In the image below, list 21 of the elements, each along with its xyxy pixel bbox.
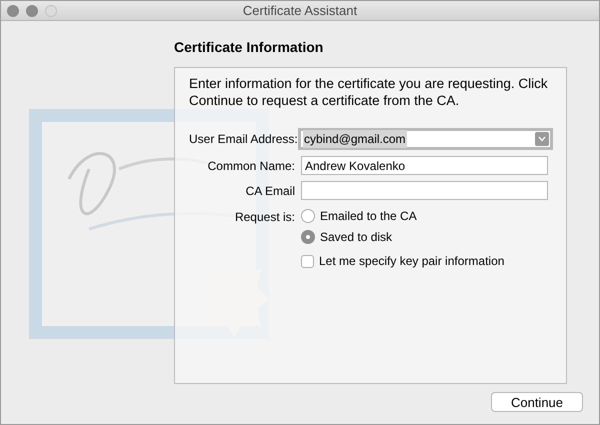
radio-option[interactable]: Emailed to the CA (301, 207, 548, 225)
checkbox[interactable] (301, 254, 314, 268)
window-title: Certificate Assistant (242, 2, 358, 20)
instructions: Enter information for the certificate you are requesting. Click Continue to request a certificate from the CA. (189, 75, 548, 109)
radio-button[interactable] (301, 209, 315, 223)
section-heading: Certificate Information (174, 38, 324, 57)
chevron-icon (535, 132, 549, 146)
continue-button[interactable]: Continue (491, 392, 583, 412)
field-label: Common Name: (206, 158, 295, 174)
text-field[interactable] (301, 181, 548, 200)
field-label: Request is: (234, 209, 295, 226)
zoom-button[interactable] (45, 5, 57, 17)
minimize-button[interactable] (26, 5, 38, 17)
field-label: User Email Address: (189, 131, 295, 148)
close-button[interactable] (7, 5, 19, 17)
radio-button[interactable] (301, 230, 315, 244)
text-field[interactable]: Andrew Kovalenko (301, 156, 548, 175)
checkbox-option[interactable]: Let me specify key pair information (301, 252, 548, 270)
field-label: CA Email (244, 182, 295, 200)
email-dropdown[interactable]: cybind@gmail.com (298, 128, 553, 150)
radio-option[interactable]: Saved to disk (301, 228, 548, 246)
